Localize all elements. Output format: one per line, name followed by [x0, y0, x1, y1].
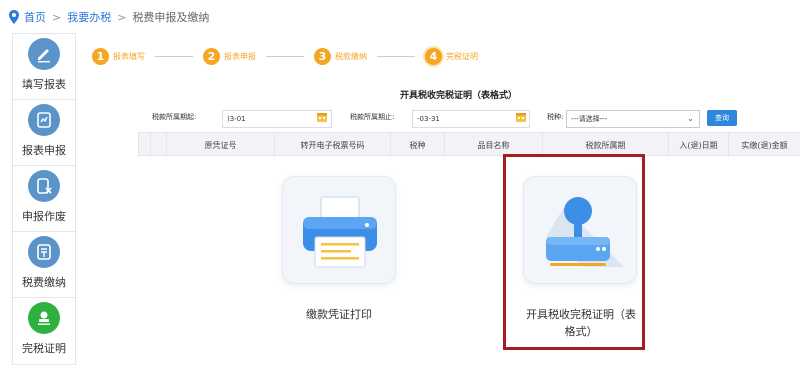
stamp-icon — [28, 302, 60, 334]
end-date-value: -03-31 — [417, 115, 440, 123]
step-number: 3 — [314, 48, 331, 65]
tax-type-selected: ---请选择--- — [571, 115, 608, 123]
calendar-icon[interactable] — [316, 111, 328, 123]
sidebar-item-label: 报表申报 — [22, 144, 66, 157]
sidebar-item-tax-certificate[interactable]: 完税证明 — [12, 297, 76, 365]
calendar-icon[interactable] — [515, 111, 527, 123]
sidebar-item-label: 完税证明 — [22, 342, 66, 355]
breadcrumb: 首页 > 我要办税 > 税费申报及缴纳 — [8, 9, 209, 25]
table-header-cell: 税种 — [390, 133, 444, 157]
sidebar-item-label: 申报作废 — [22, 210, 66, 223]
sidebar-item-fill-report[interactable]: 填写报表 — [12, 33, 76, 99]
step-number: 2 — [203, 48, 220, 65]
selection-highlight-frame — [503, 154, 645, 350]
location-pin-icon — [9, 10, 19, 24]
printer-icon — [303, 196, 377, 268]
step-label: 完税证明 — [446, 52, 478, 61]
end-date-input[interactable]: -03-31 — [412, 110, 530, 128]
tax-type-select[interactable]: ---请选择--- ⌄ — [566, 110, 700, 128]
step-label: 报表申报 — [224, 52, 256, 61]
step-3: 3 税款缴纳 — [314, 48, 367, 65]
chevron-down-icon: ⌄ — [687, 114, 694, 123]
form-title: 开具税收完税证明（表格式） — [400, 91, 518, 101]
table-header-cell: 原凭证号 — [166, 133, 274, 157]
report-upload-icon — [28, 104, 60, 136]
breadcrumb-separator: > — [52, 10, 62, 24]
sidebar-item-tax-payment[interactable]: 税费缴纳 — [12, 231, 76, 297]
table-header-cell: 实缴(退)金额 — [728, 133, 800, 157]
payment-voucher-print-label: 缴款凭证打印 — [306, 308, 372, 321]
sidebar-item-cancel-report[interactable]: 申报作废 — [12, 165, 76, 231]
step-connector — [377, 56, 415, 57]
step-number: 4 — [425, 48, 442, 65]
step-label: 税款缴纳 — [335, 52, 367, 61]
step-4: 4 完税证明 — [425, 48, 478, 65]
breadcrumb-mytax-link[interactable]: 我要办税 — [67, 9, 111, 25]
step-label: 报表填写 — [113, 52, 145, 61]
payment-icon — [28, 236, 60, 268]
cancel-report-icon — [28, 170, 60, 202]
sidebar-item-label: 填写报表 — [22, 78, 66, 91]
step-connector — [155, 56, 193, 57]
payment-voucher-print-card[interactable] — [282, 176, 396, 284]
step-1: 1 报表填写 — [92, 48, 145, 65]
edit-icon — [28, 38, 60, 70]
step-number: 1 — [92, 48, 109, 65]
table-header-cell: 转开电子税票号码 — [274, 133, 390, 157]
tax-type-label: 税种: — [547, 113, 564, 121]
step-2: 2 报表申报 — [203, 48, 256, 65]
breadcrumb-home-link[interactable]: 首页 — [24, 9, 46, 25]
breadcrumb-current: 税费申报及缴纳 — [132, 11, 210, 24]
table-header-cell — [150, 133, 166, 157]
sidebar-item-label: 税费缴纳 — [22, 276, 66, 289]
table-header-cell: 入(退)日期 — [668, 133, 728, 157]
table-header-cell — [138, 133, 150, 157]
start-date-label: 税款所属期起: — [152, 113, 197, 121]
table-header: 原凭证号 转开电子税票号码 税种 品目名称 税款所属期 入(退)日期 实缴(退)… — [138, 132, 800, 157]
progress-steps: 1 报表填写 2 报表申报 3 税款缴纳 4 完税证明 — [92, 48, 478, 65]
step-connector — [266, 56, 304, 57]
query-button[interactable]: 查询 — [707, 110, 737, 126]
sidebar: 填写报表 报表申报 申报作废 税费缴纳 完税证明 — [12, 33, 76, 365]
breadcrumb-separator: > — [117, 10, 127, 24]
end-date-label: 税款所属期止: — [350, 113, 395, 121]
start-date-value: )3-01 — [227, 115, 246, 123]
sidebar-item-report-submit[interactable]: 报表申报 — [12, 99, 76, 165]
